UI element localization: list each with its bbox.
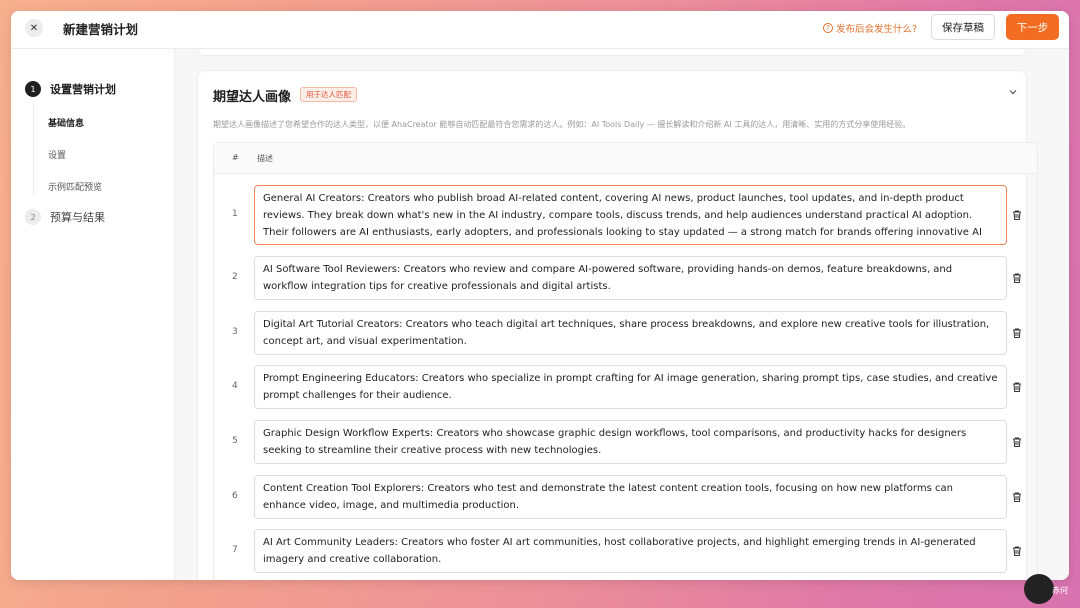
section-tag: 用于达人匹配: [300, 87, 357, 102]
row-index: 5: [232, 436, 238, 446]
step-budget-results[interactable]: 2 预算与结果: [25, 209, 105, 225]
trash-icon[interactable]: [1011, 327, 1023, 339]
section-title: 期望达人画像: [213, 90, 292, 105]
trash-icon[interactable]: [1011, 491, 1023, 503]
close-icon[interactable]: ✕: [25, 19, 43, 37]
step-number: 2: [25, 209, 41, 225]
publish-help-label: 发布后会发生什么?: [836, 24, 918, 35]
row-index: 4: [232, 381, 238, 391]
step-label: 预算与结果: [50, 211, 105, 224]
watermark: 赤何: [1052, 586, 1068, 595]
section-description: 期望达人画像描述了您希望合作的达人类型，以便 AhaCreator 能够自动匹配…: [213, 120, 911, 129]
save-draft-button[interactable]: 保存草稿: [931, 14, 995, 40]
next-step-button[interactable]: 下一步: [1006, 14, 1059, 40]
row-index: 6: [232, 491, 238, 501]
substep-connector: [33, 103, 34, 196]
persona-description-input[interactable]: Graphic Design Workflow Experts: Creator…: [254, 420, 1007, 464]
trash-icon[interactable]: [1011, 381, 1023, 393]
chat-support-button[interactable]: [1024, 574, 1054, 604]
steps-sidebar: 1 设置营销计划 基础信息 设置 示例匹配预览 2 预算与结果: [11, 49, 175, 580]
substep-match-preview[interactable]: 示例匹配预览: [48, 180, 102, 193]
step-number: 1: [25, 81, 41, 97]
trash-icon[interactable]: [1011, 436, 1023, 448]
row-index: 7: [232, 545, 238, 555]
chevron-down-icon[interactable]: [1008, 87, 1018, 100]
persona-table: # 描述 1 General AI Creators: Creators who…: [213, 142, 1038, 580]
persona-description-input[interactable]: AI Art Community Leaders: Creators who f…: [254, 529, 1007, 573]
step-setup-plan[interactable]: 1 设置营销计划: [25, 81, 116, 97]
persona-description-input[interactable]: Prompt Engineering Educators: Creators w…: [254, 365, 1007, 409]
step-label: 设置营销计划: [50, 83, 116, 96]
trash-icon[interactable]: [1011, 209, 1023, 221]
persona-description-input[interactable]: Content Creation Tool Explorers: Creator…: [254, 475, 1007, 519]
main-content[interactable]: 期望达人画像 用于达人匹配 期望达人画像描述了您希望合作的达人类型，以便 Aha…: [175, 49, 1069, 580]
column-header-index: #: [232, 153, 239, 162]
trash-icon[interactable]: [1011, 272, 1023, 284]
marketing-plan-window: ✕ 新建营销计划 ? 发布后会发生什么? 保存草稿 下一步 1 设置营销计划 基…: [11, 11, 1069, 580]
publish-help-link[interactable]: ? 发布后会发生什么?: [823, 21, 917, 35]
table-header: # 描述: [214, 143, 1037, 174]
top-bar: ✕ 新建营销计划 ? 发布后会发生什么? 保存草稿 下一步: [11, 11, 1069, 49]
persona-description-input[interactable]: General AI Creators: Creators who publis…: [254, 185, 1007, 245]
substep-basic-info[interactable]: 基础信息: [48, 116, 84, 129]
row-index: 2: [232, 272, 238, 282]
column-header-description: 描述: [257, 154, 273, 163]
persona-description-input[interactable]: Digital Art Tutorial Creators: Creators …: [254, 311, 1007, 355]
creator-persona-card: 期望达人画像 用于达人匹配 期望达人画像描述了您希望合作的达人类型，以便 Aha…: [197, 70, 1038, 580]
question-icon: ?: [823, 23, 833, 33]
trash-icon[interactable]: [1011, 545, 1023, 557]
row-index: 1: [232, 209, 238, 219]
page-title: 新建营销计划: [63, 22, 139, 37]
previous-section-card: [197, 49, 1027, 56]
substep-settings[interactable]: 设置: [48, 148, 66, 161]
persona-description-input[interactable]: AI Software Tool Reviewers: Creators who…: [254, 256, 1007, 300]
row-index: 3: [232, 327, 238, 337]
